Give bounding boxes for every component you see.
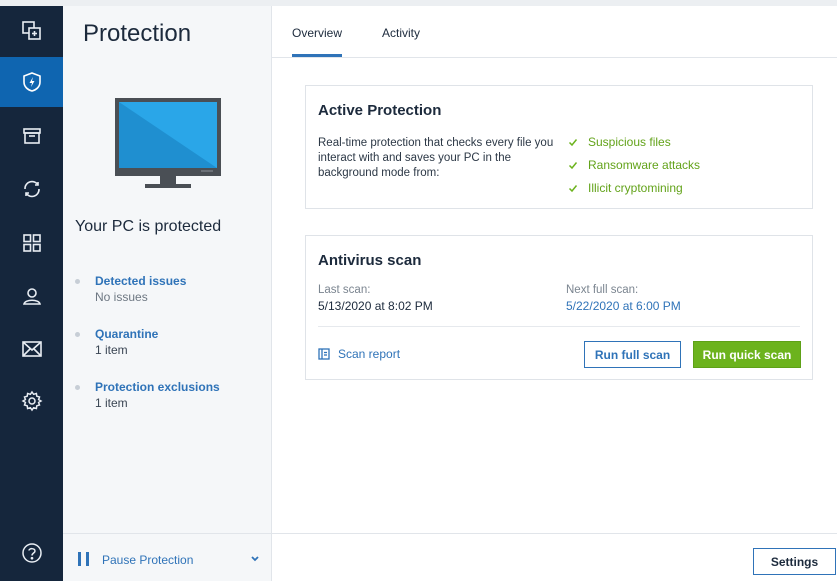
card-divider	[318, 326, 800, 327]
next-scan-label: Next full scan:	[566, 284, 639, 296]
detected-issues-link[interactable]: Detected issues	[95, 274, 186, 288]
pause-icon	[78, 552, 90, 566]
settings-button[interactable]: Settings	[753, 548, 836, 575]
checkmark-icon	[568, 162, 578, 170]
rail-item-archive[interactable]	[0, 111, 63, 161]
quarantine-link[interactable]: Quarantine	[95, 327, 158, 341]
report-icon	[318, 348, 330, 360]
main-content: Overview Activity Active Protection Real…	[272, 6, 837, 581]
active-protection-card: Active Protection Real-time protection t…	[305, 85, 813, 209]
bullet-dot	[75, 385, 80, 390]
account-icon	[22, 288, 41, 305]
feature-label: Illicit cryptomining	[588, 181, 683, 195]
active-protection-title: Active Protection	[318, 102, 442, 119]
tab-overview[interactable]: Overview	[292, 26, 342, 40]
rail-item-account[interactable]	[0, 271, 63, 321]
pause-protection-bar[interactable]: Pause Protection	[63, 533, 271, 581]
active-protection-description: Real-time protection that checks every f…	[318, 137, 554, 179]
shield-icon	[22, 72, 41, 92]
monitor-illustration	[115, 98, 221, 188]
backup-icon	[21, 21, 41, 40]
quarantine-value: 1 item	[95, 343, 128, 357]
last-scan-label: Last scan:	[318, 284, 371, 296]
tab-bar: Overview Activity	[272, 6, 837, 58]
protection-panel: Protection Your PC is protected Detected…	[63, 6, 272, 581]
help-icon	[21, 543, 42, 563]
bullet-dot	[75, 279, 80, 284]
rail-item-backup[interactable]	[0, 6, 63, 56]
next-scan-value[interactable]: 5/22/2020 at 6:00 PM	[566, 299, 681, 313]
run-full-scan-button[interactable]: Run full scan	[584, 341, 681, 368]
main-footer: Settings	[272, 533, 837, 581]
tools-icon	[22, 234, 41, 252]
detected-issues-value: No issues	[95, 290, 148, 304]
scan-report-label[interactable]: Scan report	[338, 347, 400, 361]
antivirus-scan-card: Antivirus scan Last scan: 5/13/2020 at 8…	[305, 235, 813, 380]
icon-rail	[0, 6, 63, 581]
panel-title: Protection	[83, 20, 192, 47]
rail-item-sync[interactable]	[0, 164, 63, 214]
protection-status: Your PC is protected	[75, 218, 222, 235]
antivirus-scan-title: Antivirus scan	[318, 252, 422, 269]
bullet-dot	[75, 332, 80, 337]
sync-icon	[23, 180, 40, 198]
rail-item-tools[interactable]	[0, 218, 63, 268]
mail-icon	[21, 341, 42, 357]
rail-item-protection[interactable]	[0, 57, 63, 107]
rail-item-help[interactable]	[0, 528, 63, 578]
pause-protection-label[interactable]: Pause Protection	[102, 553, 193, 567]
chevron-down-icon[interactable]	[248, 552, 262, 566]
run-quick-scan-button[interactable]: Run quick scan	[693, 341, 801, 368]
active-tab-indicator	[292, 54, 342, 57]
archive-icon	[22, 128, 41, 144]
rail-item-mail[interactable]	[0, 324, 63, 374]
checkmark-icon	[568, 185, 578, 193]
settings-icon	[21, 390, 42, 412]
feature-label: Ransomware attacks	[588, 158, 701, 172]
exclusions-value: 1 item	[95, 396, 128, 410]
exclusions-link[interactable]: Protection exclusions	[95, 380, 220, 394]
rail-item-settings[interactable]	[0, 376, 63, 426]
checkmark-icon	[568, 139, 578, 147]
tab-activity[interactable]: Activity	[382, 26, 420, 40]
last-scan-value: 5/13/2020 at 8:02 PM	[318, 299, 433, 313]
feature-label: Suspicious files	[588, 135, 671, 149]
